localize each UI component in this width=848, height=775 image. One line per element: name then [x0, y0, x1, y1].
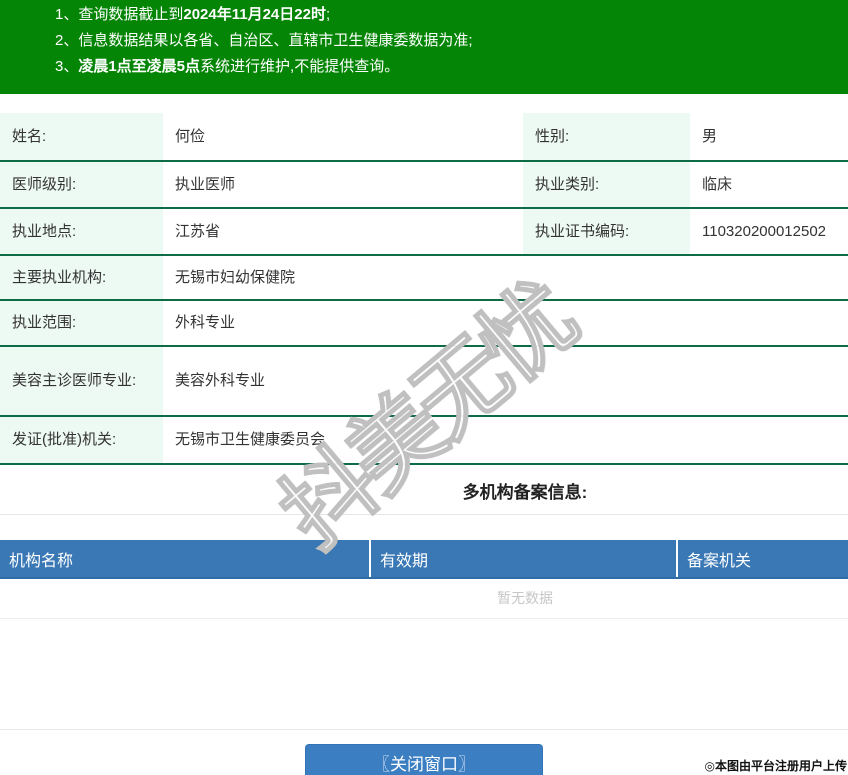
- name-label: 姓名:: [0, 113, 163, 162]
- records-header-filing-authority: 备案机关: [677, 540, 848, 579]
- category-value: 临床: [690, 161, 848, 209]
- cosmetic-specialty-label: 美容主诊医师专业:: [0, 346, 163, 417]
- cert-no-label: 执业证书编码:: [523, 208, 690, 256]
- footer-divider: [0, 728, 848, 730]
- records-header-row: 机构名称 有效期 备案机关: [0, 540, 848, 579]
- records-section-title: 多机构备案信息:: [462, 483, 588, 502]
- notice-line-number: 1、: [55, 6, 79, 23]
- notice-text: 信息数据结果以各省、自治区、直辖市卫生健康委数据为准;: [78, 32, 473, 49]
- table-row: 发证(批准)机关: 无锡市卫生健康委员会: [0, 416, 848, 465]
- table-row: 执业地点: 江苏省 执业证书编码: 110320200012502: [0, 208, 848, 256]
- notice-text: ;: [325, 6, 331, 23]
- name-value: 何俭: [163, 113, 523, 162]
- scope-value: 外科专业: [163, 300, 848, 347]
- records-header-org-name: 机构名称: [0, 540, 371, 579]
- notice-text: 查询数据截止到: [78, 6, 184, 23]
- notice-banner: 1、查询数据截止到2024年11月24日22时; 2、信息数据结果以各省、自治区…: [0, 0, 848, 94]
- license-query-result-page: 1、查询数据截止到2024年11月24日22时; 2、信息数据结果以各省、自治区…: [0, 0, 848, 775]
- table-row: 美容主诊医师专业: 美容外科专业: [0, 346, 848, 417]
- doctor-detail-table: 姓名: 何俭 性别: 男 医师级别: 执业医师 执业类别: 临床 执业地点: 江…: [0, 113, 848, 465]
- section-divider: [0, 514, 848, 515]
- cert-no-value: 110320200012502: [690, 208, 848, 256]
- table-row: 医师级别: 执业医师 执业类别: 临床: [0, 161, 848, 209]
- location-value: 江苏省: [163, 208, 523, 256]
- close-window-button[interactable]: 〖关闭窗口〗: [305, 743, 543, 775]
- table-row: 主要执业机构: 无锡市妇幼保健院: [0, 255, 848, 301]
- table-row: 姓名: 何俭 性别: 男: [0, 113, 848, 162]
- location-label: 执业地点:: [0, 208, 163, 256]
- notice-text-bold: 凌晨1点至凌晨5点: [78, 58, 201, 75]
- empty-state-text: 暂无数据: [0, 578, 848, 619]
- category-label: 执业类别:: [523, 161, 690, 209]
- main-org-value: 无锡市妇幼保健院: [163, 255, 848, 301]
- gender-value: 男: [690, 113, 848, 162]
- records-empty-row: 暂无数据: [0, 578, 848, 619]
- records-header-validity: 有效期: [370, 540, 678, 579]
- notice-line-number: 2、: [55, 32, 79, 49]
- level-value: 执业医师: [163, 161, 523, 209]
- gender-label: 性别:: [523, 113, 690, 162]
- issuer-value: 无锡市卫生健康委员会: [163, 416, 848, 465]
- notice-text: 系统进行维护,不能提供查询。: [200, 58, 400, 75]
- scope-label: 执业范围:: [0, 300, 163, 347]
- records-table: 机构名称 有效期 备案机关 暂无数据: [0, 540, 848, 619]
- notice-line-number: 3、: [55, 58, 79, 75]
- cosmetic-specialty-value: 美容外科专业: [163, 346, 848, 417]
- notice-line-1: 1、查询数据截止到2024年11月24日22时;: [55, 2, 848, 28]
- credit-watermark-text: ◎本图由平台注册用户上传: [704, 759, 847, 773]
- table-row: 执业范围: 外科专业: [0, 300, 848, 347]
- notice-line-2: 2、信息数据结果以各省、自治区、直辖市卫生健康委数据为准;: [55, 28, 848, 54]
- notice-line-3: 3、凌晨1点至凌晨5点系统进行维护,不能提供查询。: [55, 54, 848, 80]
- issuer-label: 发证(批准)机关:: [0, 416, 163, 465]
- main-org-label: 主要执业机构:: [0, 255, 163, 301]
- notice-text-bold: 2024年11月24日22时: [183, 6, 326, 23]
- level-label: 医师级别:: [0, 161, 163, 209]
